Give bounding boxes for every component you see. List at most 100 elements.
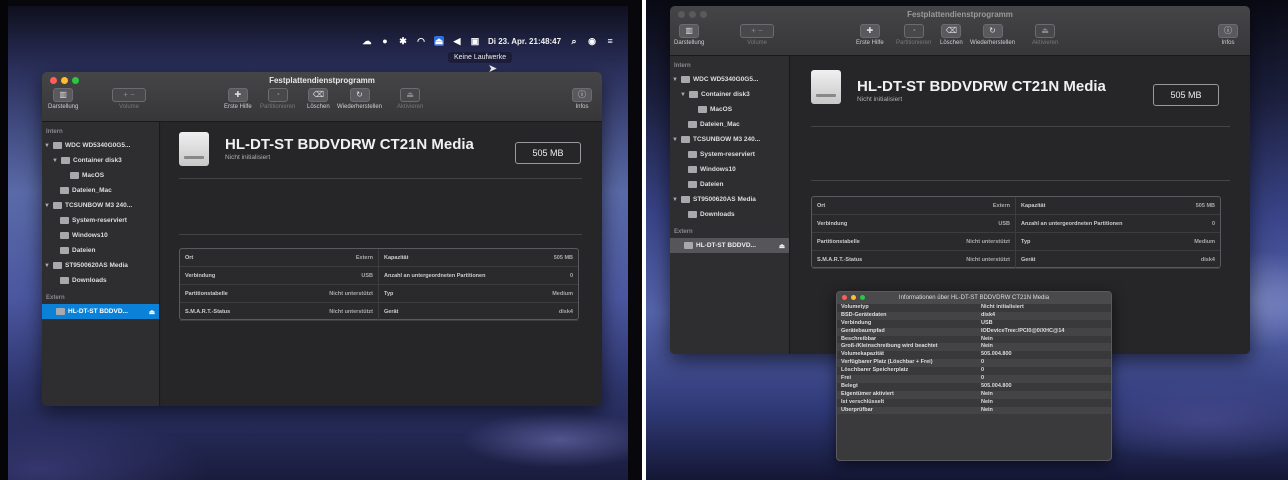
partition-button[interactable]: ◔ Partitionieren xyxy=(260,88,295,110)
wifi-icon[interactable]: ◠ xyxy=(416,36,426,46)
sidebar-item-volume[interactable]: Dateien xyxy=(670,177,789,192)
menubar-clock[interactable]: Di 23. Apr. 21:48:47 xyxy=(488,37,561,46)
cloud-icon[interactable]: ☁ xyxy=(362,36,372,46)
mount-icon: ⏏ xyxy=(400,88,421,102)
info-button[interactable]: ⓘ Infos xyxy=(1218,24,1238,46)
sidebar-item-volume[interactable]: Downloads xyxy=(42,273,159,288)
info-popup: Informationen über HL-DT-ST BDDVDRW CT21… xyxy=(836,291,1112,461)
siri-icon[interactable]: ◉ xyxy=(587,36,597,46)
popup-zoom-button[interactable] xyxy=(860,295,865,300)
eject-icon[interactable]: ⏏ xyxy=(149,308,155,316)
info-icon: ⓘ xyxy=(572,88,592,102)
disclosure-icon[interactable]: ▼ xyxy=(672,137,678,143)
disclosure-icon[interactable]: ▼ xyxy=(44,203,50,209)
mount-button[interactable]: ⏏ Aktivieren xyxy=(1032,24,1058,46)
volume-icon xyxy=(688,151,697,158)
sidebar-item-disk[interactable]: ▼ TCSUNBOW M3 240... xyxy=(670,132,789,147)
popup-close-button[interactable] xyxy=(842,295,847,300)
sidebar-item-optical-drive[interactable]: HL-DT-ST BDDVD... ⏏ xyxy=(42,304,159,319)
restore-button[interactable]: ↻ Wiederherstellen xyxy=(337,88,382,110)
sidebar-item-volume[interactable]: Dateien xyxy=(42,243,159,258)
popup-minimize-button[interactable] xyxy=(851,295,856,300)
disclosure-icon[interactable]: ▼ xyxy=(44,143,50,149)
sidebar-item-volume[interactable]: Windows10 xyxy=(42,228,159,243)
disclosure-icon[interactable]: ▼ xyxy=(44,263,50,269)
drive-icon xyxy=(681,76,690,83)
eject-icon[interactable]: ⏏ xyxy=(434,36,444,46)
volume-icon xyxy=(60,232,69,239)
info-cell: Typ Medium xyxy=(1016,233,1220,251)
eject-icon[interactable]: ⏏ xyxy=(779,242,785,250)
disclosure-icon[interactable]: ▼ xyxy=(672,197,678,203)
partition-button[interactable]: ◔ Partitionieren xyxy=(896,24,931,46)
popup-row: Löschbarer Speicherplatz 0 xyxy=(837,367,1111,376)
popup-window-controls xyxy=(842,295,865,300)
popup-titlebar: Informationen über HL-DT-ST BDDVDRW CT21… xyxy=(837,292,1111,304)
sidebar-item-disk[interactable]: ▼ WDC WD5340G0G5... xyxy=(670,72,789,87)
info-cell: Gerät disk4 xyxy=(1016,251,1220,269)
first-aid-button[interactable]: ✚ Erste Hilfe xyxy=(224,88,252,110)
restore-icon: ↻ xyxy=(982,24,1003,38)
info-cell: S.M.A.R.T.-Status Nicht unterstützt xyxy=(812,251,1016,269)
sidebar-item-disk[interactable]: ▼ WDC WD5340G0G5... xyxy=(42,138,159,153)
bluetooth-icon[interactable]: ✱ xyxy=(398,36,408,46)
popup-row: Eigentümer aktiviert Nein xyxy=(837,390,1111,399)
sidebar-item-volume[interactable]: MacOS xyxy=(42,168,159,183)
info-button[interactable]: ⓘ Infos xyxy=(572,88,592,110)
restore-button[interactable]: ↻ Wiederherstellen xyxy=(970,24,1015,46)
sidebar-item-container[interactable]: ▼ Container disk3 xyxy=(670,87,789,102)
sidebar-item-volume[interactable]: Downloads xyxy=(670,207,789,222)
disclosure-icon[interactable]: ▼ xyxy=(52,158,58,164)
drive-name: HL-DT-ST BDDVDRW CT21N Media xyxy=(857,78,1106,95)
volume-icon xyxy=(698,106,707,113)
volume-button[interactable]: + − Volume xyxy=(740,24,774,46)
disclosure-icon[interactable]: ▼ xyxy=(672,77,678,83)
divider xyxy=(179,178,582,179)
sidebar-item-volume[interactable]: Windows10 xyxy=(670,162,789,177)
popup-row: Volumekapazität 505.004.800 xyxy=(837,351,1111,360)
menu-list-icon[interactable]: ≡ xyxy=(605,36,615,46)
search-icon[interactable]: ⌕ xyxy=(569,36,579,46)
mount-icon: ⏏ xyxy=(1035,24,1056,38)
info-cell: Anzahl an untergeordneten Partitionen 0 xyxy=(379,267,578,285)
monitor-bezel-right xyxy=(628,0,642,480)
sidebar-item-disk[interactable]: ▼ ST9500620AS Media xyxy=(42,258,159,273)
drive-status: Nicht initialisiert xyxy=(225,154,271,161)
mount-button[interactable]: ⏏ Aktivieren xyxy=(397,88,423,110)
drive-icon xyxy=(53,142,62,149)
sidebar-item-optical-drive[interactable]: HL-DT-ST BDDVD... ⏏ xyxy=(670,238,789,253)
disclosure-icon[interactable]: ▼ xyxy=(680,92,686,98)
info-cell: Verbindung USB xyxy=(812,215,1016,233)
sidebar-item-volume[interactable]: System-reserviert xyxy=(670,147,789,162)
erase-button[interactable]: ⌫ Löschen xyxy=(307,88,330,110)
popup-row: Frei 0 xyxy=(837,375,1111,383)
stethoscope-icon: ✚ xyxy=(859,24,880,38)
drive-icon xyxy=(681,196,690,203)
main-pane: HL-DT-ST BDDVDRW CT21N Media Nicht initi… xyxy=(161,122,602,406)
sidebar-item-disk[interactable]: ▼ TCSUNBOW M3 240... xyxy=(42,198,159,213)
info-cell: Kapazität 505 MB xyxy=(379,249,578,267)
info-cell: Typ Medium xyxy=(379,285,578,303)
info-table: Ort Extern Kapazität 505 MB Verbindung USB … xyxy=(179,248,579,321)
plus-minus-icon: + − xyxy=(112,88,146,102)
view-button[interactable]: ▥ Darstellung xyxy=(48,88,78,110)
volume-icon[interactable]: ◀ xyxy=(452,36,462,46)
popup-row: Gerätebaumpfad IODeviceTree:/PCI0@0/XHC@1… xyxy=(837,327,1111,336)
sidebar-item-container[interactable]: ▼ Container disk3 xyxy=(42,153,159,168)
clock-icon[interactable]: ● xyxy=(380,36,390,46)
view-button[interactable]: ▥ Darstellung xyxy=(674,24,704,46)
info-cell: Ort Extern xyxy=(812,197,1016,215)
sidebar-item-volume[interactable]: System-reserviert xyxy=(42,213,159,228)
sidebar-item-volume[interactable]: Dateien_Mac xyxy=(42,183,159,198)
first-aid-button[interactable]: ✚ Erste Hilfe xyxy=(856,24,884,46)
erase-button[interactable]: ⌫ Löschen xyxy=(940,24,963,46)
pie-icon: ◔ xyxy=(267,88,288,102)
divider xyxy=(811,180,1230,181)
sidebar-item-volume[interactable]: Dateien_Mac xyxy=(670,117,789,132)
sidebar-item-volume[interactable]: MacOS xyxy=(670,102,789,117)
display-icon[interactable]: ▣ xyxy=(470,36,480,46)
sidebar-item-disk[interactable]: ▼ ST9500620AS Media xyxy=(670,192,789,207)
volume-icon xyxy=(60,187,69,194)
info-table: Ort Extern Kapazität 505 MB Verbindung USB … xyxy=(811,196,1221,269)
volume-button[interactable]: + − Volume xyxy=(112,88,146,110)
